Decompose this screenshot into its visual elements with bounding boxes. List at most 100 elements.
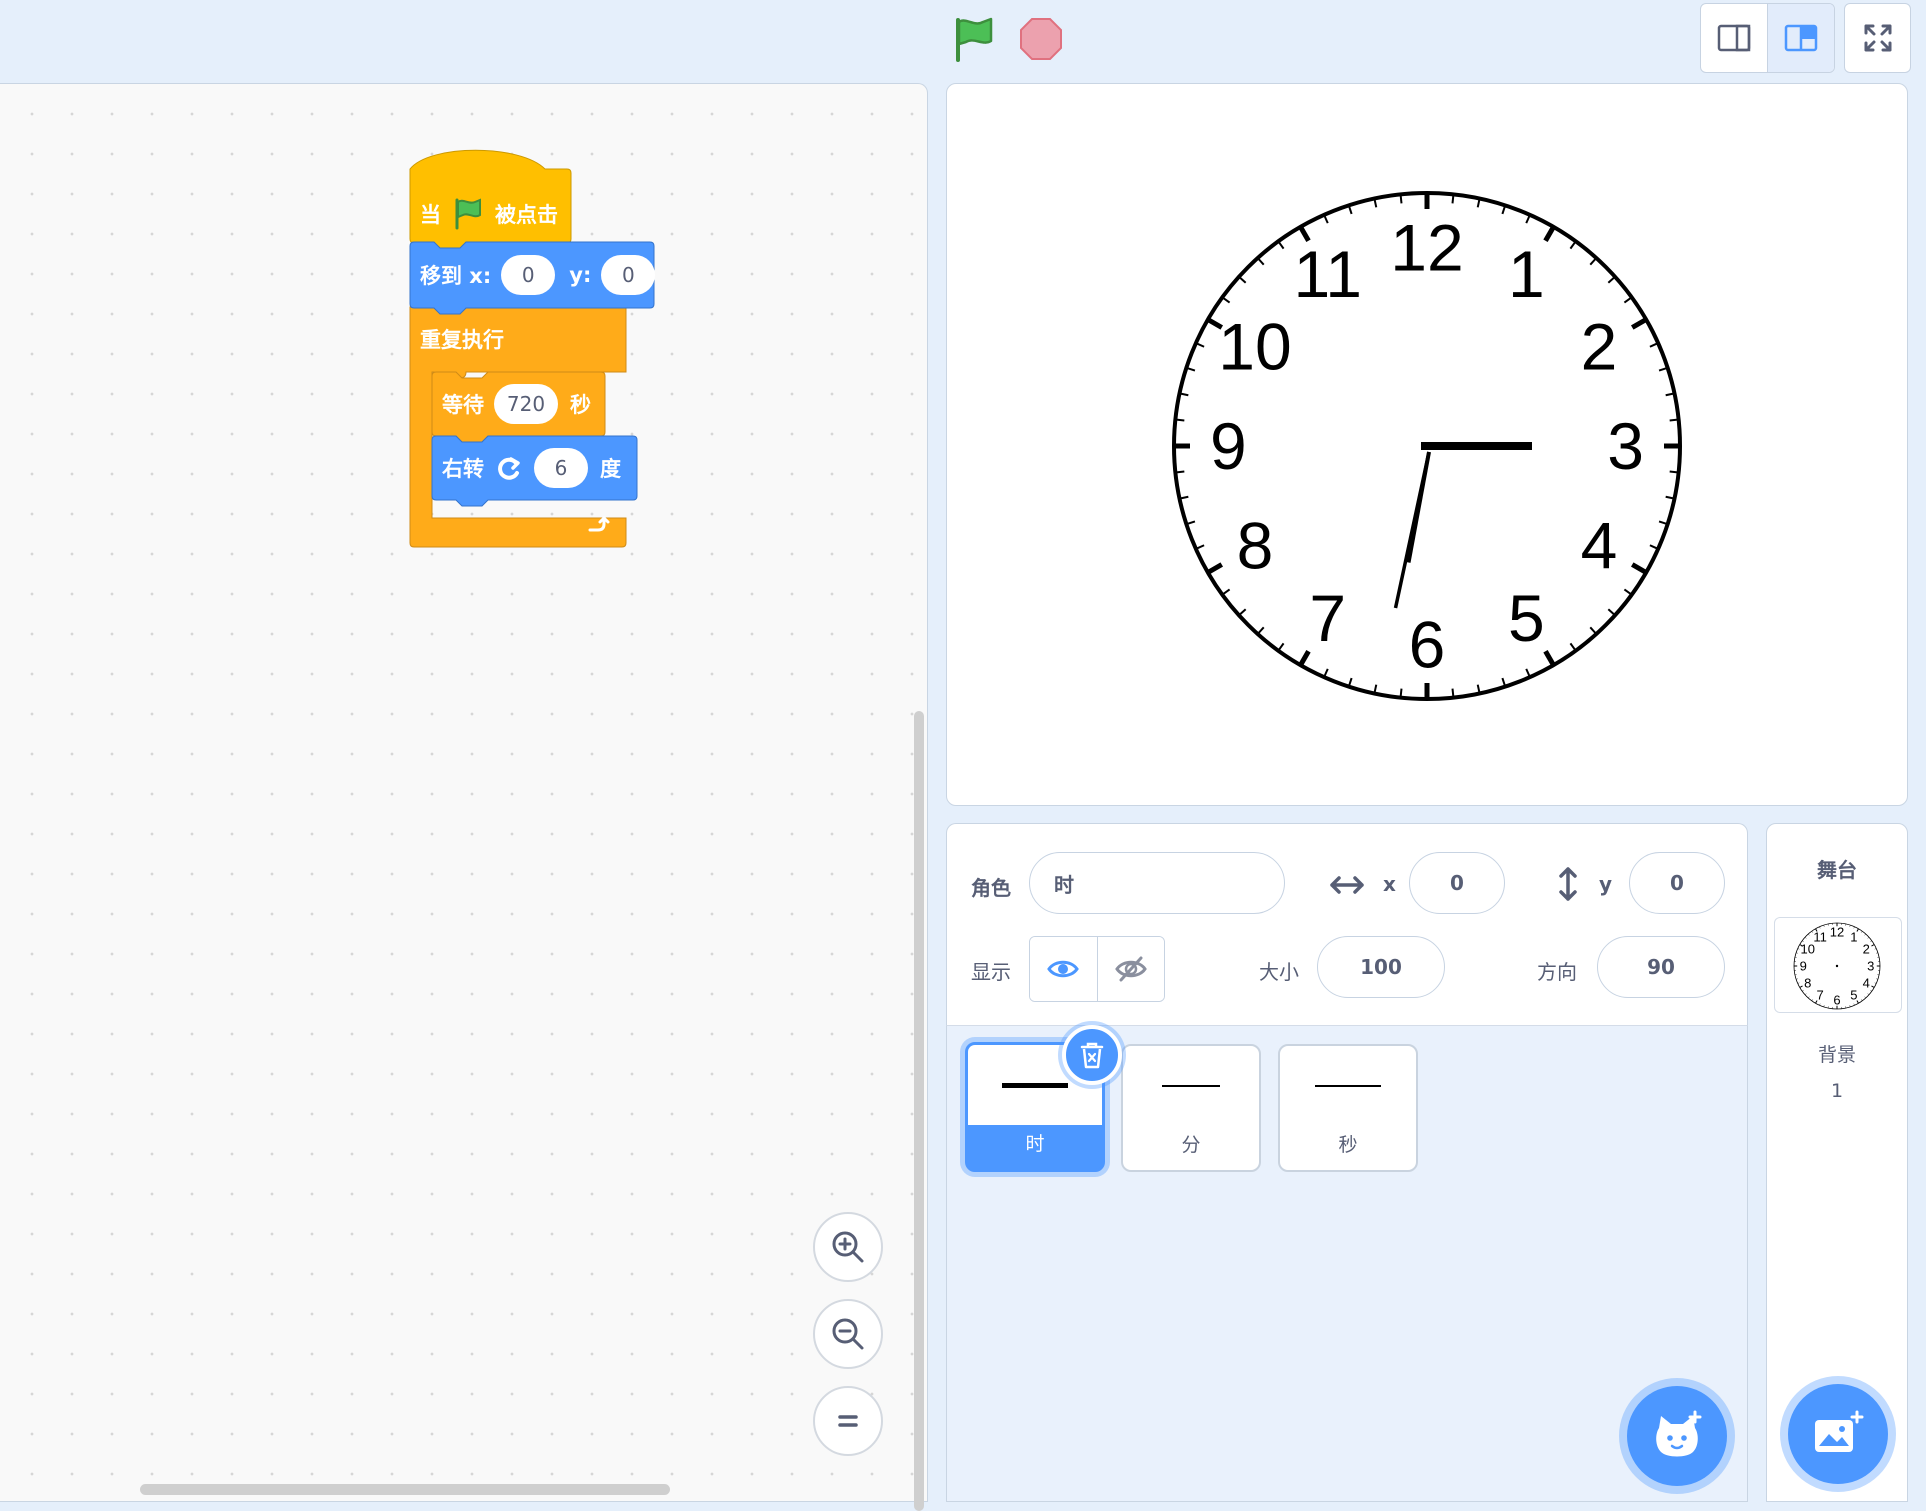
sprite-label: 角色 (971, 872, 1011, 901)
x-label: x (1383, 872, 1396, 896)
when-flag-clicked-block[interactable]: 当 被点击 (420, 194, 558, 234)
stage[interactable]: 121234567891011 (946, 83, 1908, 806)
top-bar (0, 0, 1926, 82)
clock-numeral: 7 (1309, 581, 1346, 655)
clock-numeral: 3 (1607, 409, 1644, 483)
script-stack[interactable]: 当 被点击 移到 x: 0 y: 0 重复执行 等待 720 秒 右转 6 度 (0, 84, 928, 784)
sprite-info-panel: 角色 时 x 0 y 0 显示 大小 100 方向 90 (946, 823, 1748, 1025)
hat-prefix-label: 当 (420, 199, 441, 229)
hat-suffix-label: 被点击 (495, 199, 558, 229)
x-position-input[interactable]: 0 (1409, 852, 1505, 914)
forever-block[interactable]: 重复执行 (420, 319, 504, 359)
clock-numeral: 10 (1218, 310, 1291, 384)
visibility-toggle (1029, 936, 1165, 1002)
normal-stage-button[interactable] (1767, 4, 1834, 72)
turn-right-block[interactable]: 右转 6 度 (442, 448, 621, 488)
clock-numeral: 6 (1833, 992, 1840, 1007)
clock-numeral: 5 (1850, 988, 1857, 1003)
zoom-reset-button[interactable] (813, 1386, 883, 1456)
minor-tick (1453, 689, 1454, 698)
y-axis-arrows-icon (1557, 866, 1579, 902)
small-stage-button[interactable] (1701, 4, 1767, 72)
hide-button[interactable] (1098, 937, 1165, 1001)
show-label: 显示 (971, 956, 1011, 985)
backdrops-count: 1 (1767, 1080, 1907, 1102)
show-button[interactable] (1030, 937, 1098, 1001)
size-label: 大小 (1259, 956, 1299, 985)
fullscreen-button[interactable] (1844, 3, 1911, 73)
turn-unit-label: 度 (600, 453, 621, 483)
sprite-name-label: 分 (1123, 1130, 1259, 1157)
clock-numeral: 9 (1210, 409, 1247, 483)
direction-label: 方向 (1537, 956, 1577, 985)
turn-degrees-input[interactable]: 6 (534, 448, 588, 488)
clock-numeral: 7 (1817, 988, 1824, 1003)
zoom-in-icon (829, 1228, 867, 1266)
backdrops-label: 背景 (1767, 1040, 1907, 1067)
goto-y-label: y: (569, 263, 591, 287)
clock-face: 121234567891011 (947, 84, 1907, 805)
green-flag-icon[interactable] (950, 16, 998, 64)
delete-sprite-button[interactable] (1062, 1025, 1122, 1085)
clock-numeral: 6 (1409, 608, 1446, 682)
clock-numeral: 12 (1830, 925, 1844, 940)
choose-backdrop-button[interactable] (1788, 1384, 1888, 1484)
normal-stage-icon (1784, 23, 1818, 53)
sprite-tile-minute[interactable]: 分 (1121, 1044, 1261, 1172)
equals-icon (833, 1406, 863, 1436)
stop-icon[interactable] (1018, 16, 1064, 62)
stage-title: 舞台 (1767, 854, 1907, 883)
stage-target-panel[interactable]: 舞台 121234567891011 背景 1 (1766, 823, 1908, 1502)
mini-clock-icon: 121234567891011 (1775, 918, 1902, 1013)
y-position-input[interactable]: 0 (1629, 852, 1725, 914)
forever-label: 重复执行 (420, 324, 504, 354)
direction-input[interactable]: 90 (1597, 936, 1725, 998)
rotate-right-icon (494, 453, 524, 483)
clock-numeral: 3 (1867, 959, 1874, 974)
zoom-out-icon (829, 1315, 867, 1353)
clock-numeral: 8 (1804, 975, 1811, 990)
sprite-thumbnail (1123, 1046, 1259, 1126)
minor-tick (1401, 194, 1402, 203)
size-input[interactable]: 100 (1317, 936, 1445, 998)
goto-xy-block[interactable]: 移到 x: 0 y: 0 (420, 255, 655, 295)
minor-tick (1175, 472, 1184, 473)
clock-numeral: 12 (1390, 210, 1463, 284)
minor-tick (1175, 420, 1184, 421)
sprite-name-label: 秒 (1280, 1130, 1416, 1157)
y-label: y (1599, 872, 1612, 896)
sprite-name-label: 时 (968, 1129, 1102, 1156)
sprite-name-input[interactable]: 时 (1029, 852, 1285, 914)
stage-layout-toggle (1700, 3, 1835, 73)
clock-numeral: 4 (1581, 508, 1618, 582)
minor-tick (1670, 472, 1679, 473)
eye-icon (1047, 958, 1079, 980)
backdrop-thumbnail[interactable]: 121234567891011 (1774, 917, 1902, 1013)
x-axis-arrows-icon (1329, 874, 1365, 896)
choose-sprite-button[interactable] (1627, 1386, 1727, 1486)
add-sprite-cat-icon (1649, 1410, 1705, 1462)
clock-numeral: 1 (1850, 929, 1857, 944)
vertical-scrollbar[interactable] (914, 711, 924, 1511)
eye-hidden-icon (1115, 956, 1147, 982)
wait-label: 等待 (442, 389, 484, 419)
clock-numeral: 11 (1813, 929, 1827, 944)
goto-x-input[interactable]: 0 (501, 255, 555, 295)
code-workspace[interactable]: 当 被点击 移到 x: 0 y: 0 重复执行 等待 720 秒 右转 6 度 (0, 83, 928, 1502)
sprite-tile-second[interactable]: 秒 (1278, 1044, 1418, 1172)
zoom-out-button[interactable] (813, 1299, 883, 1369)
fullscreen-icon (1862, 22, 1894, 54)
goto-y-input[interactable]: 0 (601, 255, 655, 295)
clock-numeral: 1 (1508, 237, 1545, 311)
small-stage-icon (1717, 23, 1751, 53)
zoom-in-button[interactable] (813, 1212, 883, 1282)
clock-numeral: 8 (1237, 508, 1274, 582)
script-blocks-shapes (0, 84, 928, 644)
clock-numeral: 5 (1508, 581, 1545, 655)
mini-clock-center (1836, 965, 1838, 967)
horizontal-scrollbar[interactable] (140, 1484, 670, 1495)
wait-block[interactable]: 等待 720 秒 (442, 384, 591, 424)
sprite-list: 时 分 秒 (946, 1025, 1748, 1502)
add-backdrop-icon (1811, 1410, 1865, 1458)
wait-seconds-input[interactable]: 720 (494, 384, 558, 424)
